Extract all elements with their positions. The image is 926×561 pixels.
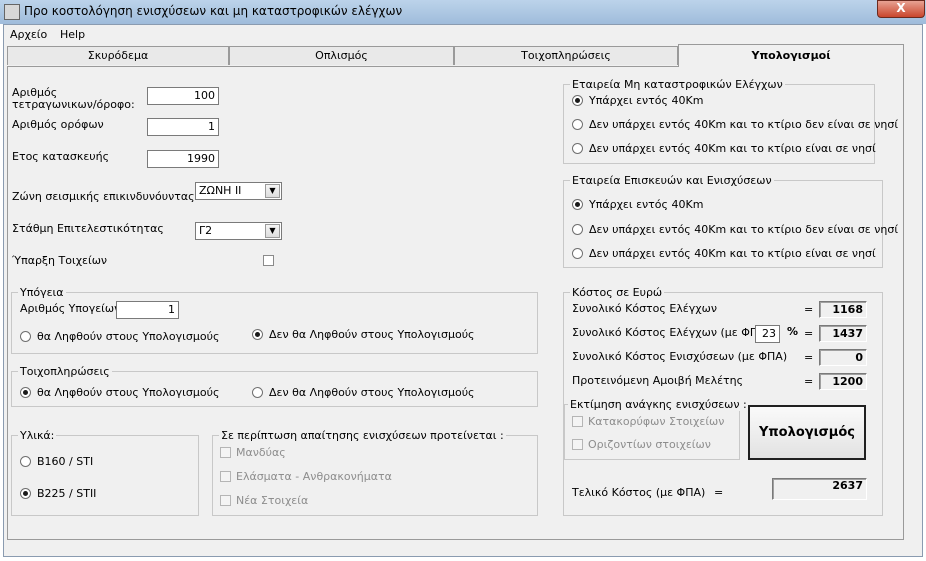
basement-exclude-radio[interactable] <box>252 329 263 340</box>
total-repairs-value: 0 <box>819 349 867 366</box>
jacket-label: Μανδύας <box>236 446 286 459</box>
repair-option-1-radio[interactable] <box>572 199 583 210</box>
percent-sign: % <box>787 325 799 338</box>
menu-bar <box>4 26 922 44</box>
floors-input[interactable]: 1 <box>147 118 219 136</box>
total-tests-equals: = <box>804 303 814 316</box>
floors-label: Αριθμός ορόφων <box>12 118 104 131</box>
infill-include-label: θα Ληφθούν στους Υπολογισμούς <box>37 386 220 399</box>
material-b160-label: B160 / STI <box>37 455 94 468</box>
chevron-down-icon[interactable]: ▼ <box>265 184 280 198</box>
basement-group-title: Υπόγεια <box>18 286 66 299</box>
study-fee-label: Προτεινόμενη Αμοιβή Μελέτης <box>572 374 744 387</box>
plates-fibers-checkbox[interactable] <box>220 471 231 482</box>
basement-count-label: Αριθμός Υπογείων <box>20 302 121 315</box>
performance-level-select[interactable]: Γ2 ▼ <box>195 222 282 240</box>
performance-level-value: Γ2 <box>199 224 213 237</box>
repair-option-2-label: Δεν υπάρχει εντός 40Km και το κτίριο δεν… <box>589 223 899 236</box>
year-label: Ετος κατασκευής <box>12 150 110 163</box>
horizontal-elements-label: Οριζοντίων στοιχείων <box>588 438 711 451</box>
material-b160-radio[interactable] <box>20 456 31 467</box>
jacket-checkbox[interactable] <box>220 447 231 458</box>
ndt-option-3-radio[interactable] <box>572 143 583 154</box>
total-tests-vat-label: Συνολικό Κόστος Ελέγχων (με ΦΠΑ) <box>572 326 770 339</box>
reinforcement-need-group <box>564 404 740 460</box>
study-fee-equals: = <box>804 375 814 388</box>
window-title: Προ κοστολόγηση ενισχύσεων και μη καταστ… <box>24 4 403 18</box>
materials-group-title: Υλικά: <box>18 429 57 442</box>
close-button[interactable]: X <box>877 0 925 18</box>
final-cost-equals: = <box>714 486 724 499</box>
basement-count-input[interactable]: 1 <box>116 301 179 319</box>
tab-concrete[interactable]: Σκυρόδεμα <box>7 46 229 65</box>
horizontal-elements-checkbox[interactable] <box>572 439 583 450</box>
vat-percent-input[interactable]: 23 <box>755 325 780 343</box>
tab-calculations[interactable]: Υπολογισμοί <box>678 44 904 67</box>
basement-include-label: θα Ληφθούν στους Υπολογισμούς <box>37 330 220 343</box>
final-cost-label: Τελικό Κόστος (με ΦΠΑ) <box>572 486 706 499</box>
performance-level-label: Στάθμη Επιτελεστικότητας <box>12 222 164 235</box>
area-label-line2: τετραγωνικων/όροφο: <box>12 98 135 111</box>
infill-exclude-label: Δεν θα Ληφθούν στους Υπολογισμούς <box>269 386 475 399</box>
total-tests-vat-equals: = <box>804 327 814 340</box>
material-b225-radio[interactable] <box>20 488 31 499</box>
ndt-company-title: Εταιρεία Μη καταστροφικών Ελέγχων <box>570 78 785 91</box>
seismic-zone-select[interactable]: ΖΩΝΗ ΙΙ ▼ <box>195 182 282 200</box>
repair-company-title: Εταιρεία Επισκευών και Ενισχύσεων <box>570 174 774 187</box>
material-b225-label: B225 / STII <box>37 487 97 500</box>
infill-group-title: Τοιχοπληρώσεις <box>18 365 112 378</box>
total-tests-value: 1168 <box>819 301 867 318</box>
ndt-option-2-label: Δεν υπάρχει εντός 40Km και το κτίριο δεν… <box>589 118 899 131</box>
tab-reinforcement[interactable]: Οπλισμός <box>229 46 454 65</box>
ndt-option-3-label: Δεν υπάρχει εντός 40Km και το κτίριο είν… <box>589 142 876 155</box>
total-tests-vat-value: 1437 <box>819 325 867 342</box>
repair-option-1-label: Υπάρχει εντός 40Km <box>589 198 704 211</box>
walls-exist-checkbox[interactable] <box>263 255 274 266</box>
repair-option-2-radio[interactable] <box>572 224 583 235</box>
total-repairs-equals: = <box>804 351 814 364</box>
infill-exclude-radio[interactable] <box>252 387 263 398</box>
app-icon <box>4 4 20 20</box>
ndt-option-2-radio[interactable] <box>572 119 583 130</box>
basement-exclude-label: Δεν θα Ληφθούν στους Υπολογισμούς <box>269 328 475 341</box>
tab-infill-walls[interactable]: Τοιχοπληρώσεις <box>454 46 678 65</box>
repair-option-3-label: Δεν υπάρχει εντός 40Km και το κτίριο είν… <box>589 247 876 260</box>
vertical-elements-label: Κατακορύφων Στοιχείων <box>588 415 725 428</box>
menu-help[interactable]: Help <box>60 28 85 41</box>
cost-group-title: Κόστος σε Ευρώ <box>570 286 665 299</box>
study-fee-value: 1200 <box>819 373 867 390</box>
year-input[interactable]: 1990 <box>147 150 219 168</box>
vertical-elements-checkbox[interactable] <box>572 416 583 427</box>
seismic-zone-value: ΖΩΝΗ ΙΙ <box>199 184 242 197</box>
infill-include-radio[interactable] <box>20 387 31 398</box>
basement-include-radio[interactable] <box>20 331 31 342</box>
menu-file[interactable]: Αρχείο <box>10 28 47 41</box>
chevron-down-icon[interactable]: ▼ <box>265 224 280 238</box>
compute-button[interactable]: Υπολογισμός <box>748 405 866 460</box>
seismic-zone-label: Ζώνη σεισμικής επικινδυνόυντας <box>12 190 195 203</box>
ndt-option-1-label: Υπάρχει εντός 40Km <box>589 94 704 107</box>
plates-fibers-label: Ελάσματα - Ανθρακονήματα <box>236 470 392 483</box>
final-cost-value: 2637 <box>772 478 867 500</box>
repair-option-3-radio[interactable] <box>572 248 583 259</box>
ndt-option-1-radio[interactable] <box>572 95 583 106</box>
suggestions-group-title: Σε περίπτωση απαίτησης ενισχύσεων προτεί… <box>219 429 506 442</box>
area-input[interactable]: 100 <box>147 87 219 105</box>
walls-exist-label: Ύπαρξη Τοιχείων <box>12 254 108 267</box>
total-repairs-label: Συνολικό Κόστος Ενισχύσεων (με ΦΠΑ) <box>572 350 788 363</box>
new-elements-checkbox[interactable] <box>220 495 231 506</box>
total-tests-label: Συνολικό Κόστος Ελέγχων <box>572 302 717 315</box>
reinforcement-need-title: Εκτίμηση ανάγκης ενισχύσεων : <box>568 398 749 411</box>
materials-group <box>11 435 199 516</box>
new-elements-label: Νέα Στοιχεία <box>236 494 309 507</box>
